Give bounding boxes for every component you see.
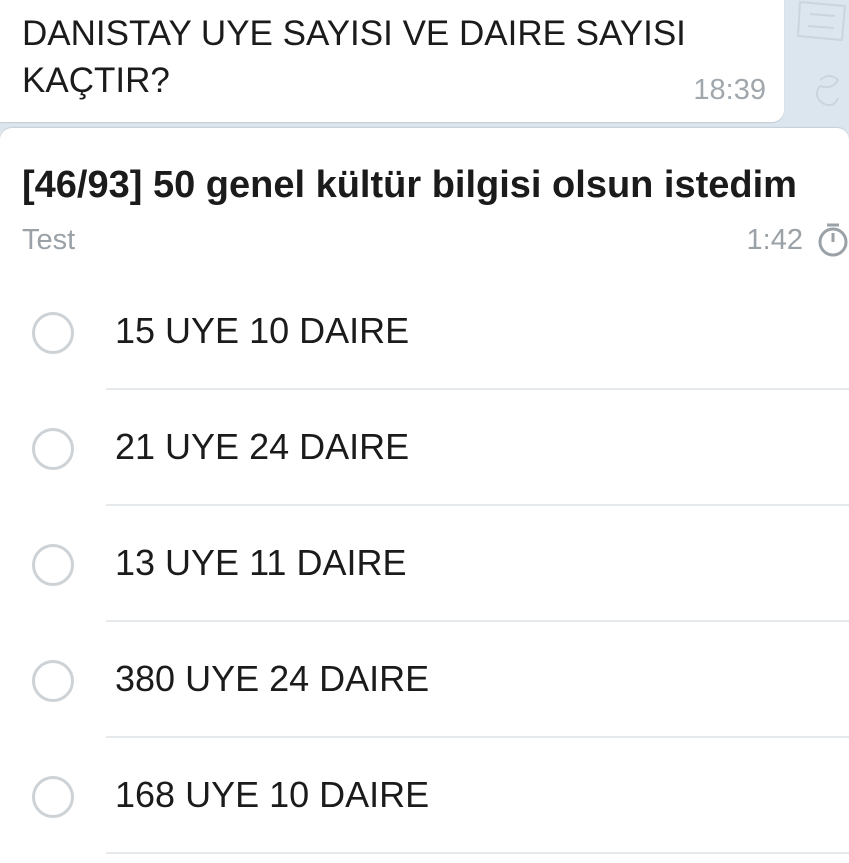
radio-button[interactable] <box>32 776 74 818</box>
stopwatch-icon <box>818 223 848 257</box>
option-divider <box>106 852 849 854</box>
radio-button[interactable] <box>32 660 74 702</box>
message-timestamp: 18:39 <box>693 74 766 106</box>
poll-type-label: Test <box>22 224 76 256</box>
poll-option-label: 15 UYE 10 DAIRE <box>115 310 410 351</box>
poll-option-2[interactable]: 21 UYE 24 DAIRE <box>0 390 849 506</box>
poll-card: [46/93] 50 genel kültür bilgisi olsun is… <box>0 128 849 863</box>
poll-option-1[interactable]: 15 UYE 10 DAIRE <box>0 274 849 390</box>
background-doodle-icon <box>796 0 847 107</box>
poll-option-label: 13 UYE 11 DAIRE <box>115 542 407 583</box>
radio-button[interactable] <box>32 428 74 470</box>
message-text: DANISTAY UYE SAYISI VE DAIRE SAYISI KAÇT… <box>22 14 686 100</box>
poll-option-label: 21 UYE 24 DAIRE <box>115 426 410 467</box>
poll-option-label: 380 UYE 24 DAIRE <box>115 658 430 699</box>
poll-option-3[interactable]: 13 UYE 11 DAIRE <box>0 506 849 622</box>
poll-option-label: 168 UYE 10 DAIRE <box>115 774 430 815</box>
poll-question: [46/93] 50 genel kültür bilgisi olsun is… <box>22 164 797 206</box>
poll-option-5[interactable]: 168 UYE 10 DAIRE <box>0 738 849 854</box>
radio-button[interactable] <box>32 312 74 354</box>
poll-option-4[interactable]: 380 UYE 24 DAIRE <box>0 622 849 738</box>
message-bubble[interactable]: DANISTAY UYE SAYISI VE DAIRE SAYISI KAÇT… <box>0 0 784 122</box>
poll-timer: 1:42 <box>746 224 803 256</box>
radio-button[interactable] <box>32 544 74 586</box>
